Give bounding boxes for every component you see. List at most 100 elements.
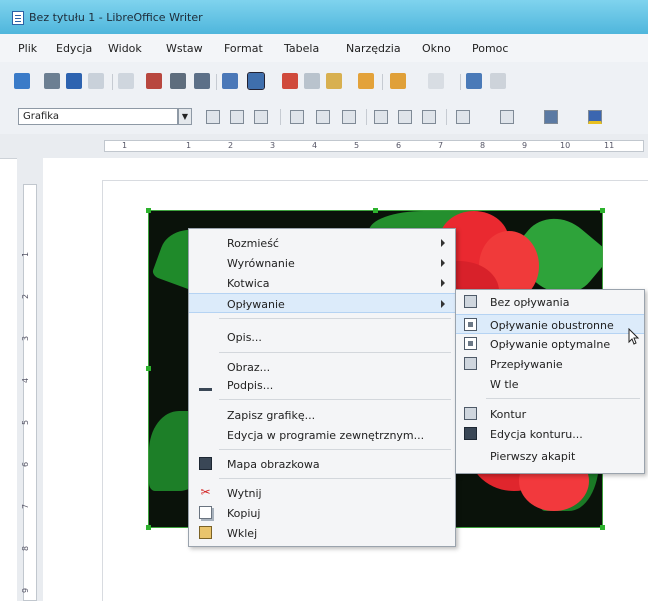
resize-handle[interactable] bbox=[146, 366, 151, 371]
menu-item-label: W tle bbox=[490, 378, 519, 391]
ruler-tick: 10 bbox=[560, 141, 571, 150]
menu-item-label: Wytnij bbox=[227, 487, 262, 500]
wrap-page-icon[interactable] bbox=[230, 110, 244, 124]
resize-handle[interactable] bbox=[146, 525, 151, 530]
align-left-icon[interactable] bbox=[290, 110, 304, 124]
submenu-item-bez-oplywania[interactable]: Bez opływania bbox=[456, 292, 644, 312]
menu-item-label: Wyrównanie bbox=[227, 257, 295, 270]
wrap-through-icon bbox=[464, 357, 477, 370]
ruler-tick: 8 bbox=[480, 141, 486, 150]
background-color-icon[interactable] bbox=[588, 110, 602, 124]
menu-format[interactable]: Format bbox=[224, 42, 263, 55]
contour-icon bbox=[464, 407, 477, 420]
menu-item-opis[interactable]: Opis... bbox=[189, 327, 455, 347]
spellcheck-icon[interactable] bbox=[222, 73, 238, 89]
open-icon[interactable] bbox=[44, 73, 60, 89]
menu-item-rozmiesc[interactable]: Rozmieść bbox=[189, 233, 455, 253]
resize-handle[interactable] bbox=[373, 208, 378, 213]
chevron-right-icon bbox=[441, 279, 445, 287]
toolbar-separator bbox=[366, 109, 367, 125]
menu-item-kopiuj[interactable]: Kopiuj bbox=[189, 503, 455, 523]
vertical-ruler[interactable]: 1 2 3 4 5 6 7 8 9 bbox=[17, 158, 44, 601]
chevron-down-icon[interactable]: ▼ bbox=[178, 108, 192, 125]
submenu-item-kontur[interactable]: Kontur bbox=[456, 404, 644, 424]
context-menu: Rozmieść Wyrównanie Kotwica Opływanie Op… bbox=[188, 228, 456, 547]
redo-icon[interactable] bbox=[428, 73, 444, 89]
line-color-icon[interactable] bbox=[544, 110, 558, 124]
horizontal-ruler[interactable]: 1 1 2 3 4 5 6 7 8 9 10 11 bbox=[0, 134, 648, 159]
copy-icon[interactable] bbox=[304, 73, 320, 89]
submenu-item-w-tle[interactable]: W tle bbox=[456, 374, 644, 394]
menu-item-label: Rozmieść bbox=[227, 237, 279, 250]
edit-contour-icon bbox=[464, 427, 477, 440]
paste-icon[interactable] bbox=[326, 73, 342, 89]
autospellcheck-icon[interactable] bbox=[247, 72, 265, 90]
ruler-tick: 9 bbox=[21, 587, 31, 594]
new-document-icon[interactable] bbox=[14, 73, 30, 89]
menu-item-kotwica[interactable]: Kotwica bbox=[189, 273, 455, 293]
resize-handle[interactable] bbox=[600, 525, 605, 530]
menu-edycja[interactable]: Edycja bbox=[56, 42, 92, 55]
menu-okno[interactable]: Okno bbox=[422, 42, 451, 55]
menu-item-obraz[interactable]: Obraz... bbox=[189, 357, 455, 377]
save-icon[interactable] bbox=[66, 73, 82, 89]
align-center-icon[interactable] bbox=[316, 110, 330, 124]
align-bottom-icon[interactable] bbox=[422, 110, 436, 124]
menu-widok[interactable]: Widok bbox=[108, 42, 142, 55]
menu-item-wytnij[interactable]: ✂ Wytnij bbox=[189, 483, 455, 503]
table-icon[interactable] bbox=[490, 73, 506, 89]
wrap-ideal-icon[interactable] bbox=[254, 110, 268, 124]
print-preview-icon[interactable] bbox=[194, 73, 210, 89]
align-right-icon[interactable] bbox=[342, 110, 356, 124]
submenu-item-przeplywanie[interactable]: Przepływanie bbox=[456, 354, 644, 374]
menu-item-podpis[interactable]: Podpis... bbox=[189, 375, 455, 395]
menu-tabela[interactable]: Tabela bbox=[284, 42, 319, 55]
menu-item-label: Opływanie optymalne bbox=[490, 338, 611, 351]
menu-item-wyrownanie[interactable]: Wyrównanie bbox=[189, 253, 455, 273]
align-top-icon[interactable] bbox=[374, 110, 388, 124]
menu-pomoc[interactable]: Pomoc bbox=[472, 42, 508, 55]
resize-handle[interactable] bbox=[146, 208, 151, 213]
submenu-item-edycja-konturu[interactable]: Edycja konturu... bbox=[456, 424, 644, 444]
cut-icon[interactable] bbox=[282, 73, 298, 89]
image-map-icon bbox=[199, 457, 212, 470]
menu-item-mapa-obrazkowa[interactable]: Mapa obrazkowa bbox=[189, 454, 455, 474]
wrap-ideal-icon bbox=[464, 337, 477, 350]
print-icon[interactable] bbox=[170, 73, 186, 89]
menu-item-label: Edycja w programie zewnętrznym... bbox=[227, 429, 425, 442]
ruler-tick: 6 bbox=[396, 141, 402, 150]
menu-item-label: Mapa obrazkowa bbox=[227, 458, 320, 471]
ruler-tick: 5 bbox=[21, 419, 31, 426]
menu-item-label: Edycja konturu... bbox=[490, 428, 583, 441]
menu-plik[interactable]: Plik bbox=[18, 42, 37, 55]
export-icon[interactable] bbox=[88, 73, 104, 89]
toolbar-separator bbox=[280, 109, 281, 125]
hyperlink-icon[interactable] bbox=[466, 73, 482, 89]
menu-item-wklej[interactable]: Wklej bbox=[189, 523, 455, 543]
edit-icon[interactable] bbox=[118, 73, 134, 89]
frame-style-select[interactable]: Grafika bbox=[18, 108, 178, 125]
ruler-tick: 5 bbox=[354, 141, 360, 150]
menu-item-oplywanie[interactable]: Opływanie bbox=[189, 293, 455, 313]
submenu-item-oplywanie-optymalne[interactable]: Opływanie optymalne bbox=[456, 334, 644, 354]
scissors-icon: ✂ bbox=[200, 485, 211, 499]
wrap-off-icon bbox=[464, 295, 477, 308]
pdf-icon[interactable] bbox=[146, 73, 162, 89]
submenu-item-pierwszy-akapit[interactable]: Pierwszy akapit bbox=[456, 446, 644, 466]
menu-item-zapisz-grafike[interactable]: Zapisz grafikę... bbox=[189, 405, 455, 425]
resize-handle[interactable] bbox=[600, 208, 605, 213]
menu-narzedzia[interactable]: Narzędzia bbox=[346, 42, 401, 55]
ruler-tick: 9 bbox=[522, 141, 528, 150]
line-style-icon[interactable] bbox=[500, 110, 514, 124]
undo-icon[interactable] bbox=[390, 73, 406, 89]
menu-item-edycja-zewnetrzna[interactable]: Edycja w programie zewnętrznym... bbox=[189, 425, 455, 445]
borders-icon[interactable] bbox=[456, 110, 470, 124]
align-middle-icon[interactable] bbox=[398, 110, 412, 124]
ruler-strip bbox=[23, 184, 37, 601]
menu-item-label: Zapisz grafikę... bbox=[227, 409, 316, 422]
submenu-item-oplywanie-obustronne[interactable]: Opływanie obustronne bbox=[456, 314, 644, 334]
wrap-off-icon[interactable] bbox=[206, 110, 220, 124]
menu-wstaw[interactable]: Wstaw bbox=[166, 42, 203, 55]
wrap-page-icon bbox=[464, 318, 477, 331]
clone-formatting-icon[interactable] bbox=[358, 73, 374, 89]
